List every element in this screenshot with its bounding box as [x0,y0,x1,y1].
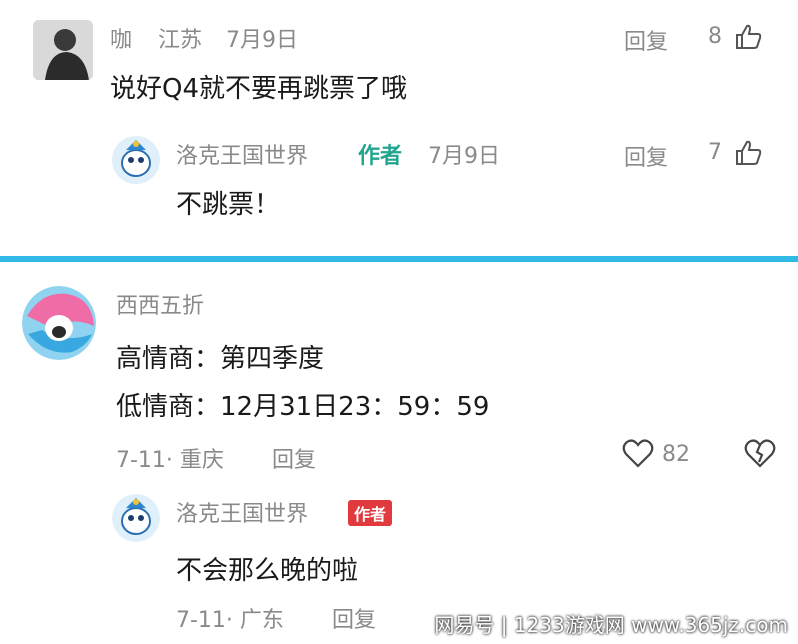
avatar[interactable] [22,286,96,360]
like-count: 7 [708,140,722,165]
game-mascot-icon [22,286,96,360]
comment-card-1: 咖 江苏 7月9日 回复 8 说好Q4就不要再跳票了哦 洛克王国世界 作者 7月… [0,0,798,262]
author-badge: 作者 [358,144,403,169]
reply-username[interactable]: 洛克王国世界 [176,496,308,528]
comment-text-line-2: 低情商：12月31日23：59：59 [116,392,490,422]
comment-text: 说好Q4就不要再跳票了哦 [110,74,408,104]
heart-icon[interactable] [622,438,654,468]
reply-button[interactable]: 回复 [624,24,668,56]
thumbs-up-icon[interactable] [734,140,762,166]
like-count: 8 [708,24,722,49]
thumbs-up-icon[interactable] [734,24,762,50]
reply-text: 不跳票！ [176,190,281,220]
reply-meta: 7-11· 广东 [176,608,284,633]
comment-text-line-1: 高情商：第四季度 [116,344,325,374]
broken-heart-icon[interactable] [744,438,776,468]
avatar[interactable] [112,494,160,542]
author-badge: 作者 [348,500,393,526]
game-mascot-icon [112,136,160,184]
comment-location: 江苏 [158,28,203,53]
comment-username[interactable]: 西西五折 [116,288,204,320]
user-photo-icon [33,20,93,80]
watermark: 网易号 | 1233游戏网 www.365jz.com [434,613,788,637]
reply-date: 7月9日 [428,144,500,169]
comment-username[interactable]: 咖 [110,22,132,54]
reply-username[interactable]: 洛克王国世界 [176,138,308,170]
reply-button[interactable]: 回复 [272,442,316,474]
reply-button[interactable]: 回复 [332,602,376,634]
avatar[interactable] [112,136,160,184]
reply-button[interactable]: 回复 [624,140,668,172]
avatar[interactable] [33,20,93,80]
reply-text: 不会那么晚的啦 [176,556,359,586]
game-mascot-icon [112,494,160,542]
like-count: 82 [662,442,690,467]
comment-date: 7月9日 [226,28,298,53]
comment-meta: 7-11· 重庆 [116,448,224,473]
comment-card-2: 西西五折 高情商：第四季度 低情商：12月31日23：59：59 7-11· 重… [0,268,798,644]
